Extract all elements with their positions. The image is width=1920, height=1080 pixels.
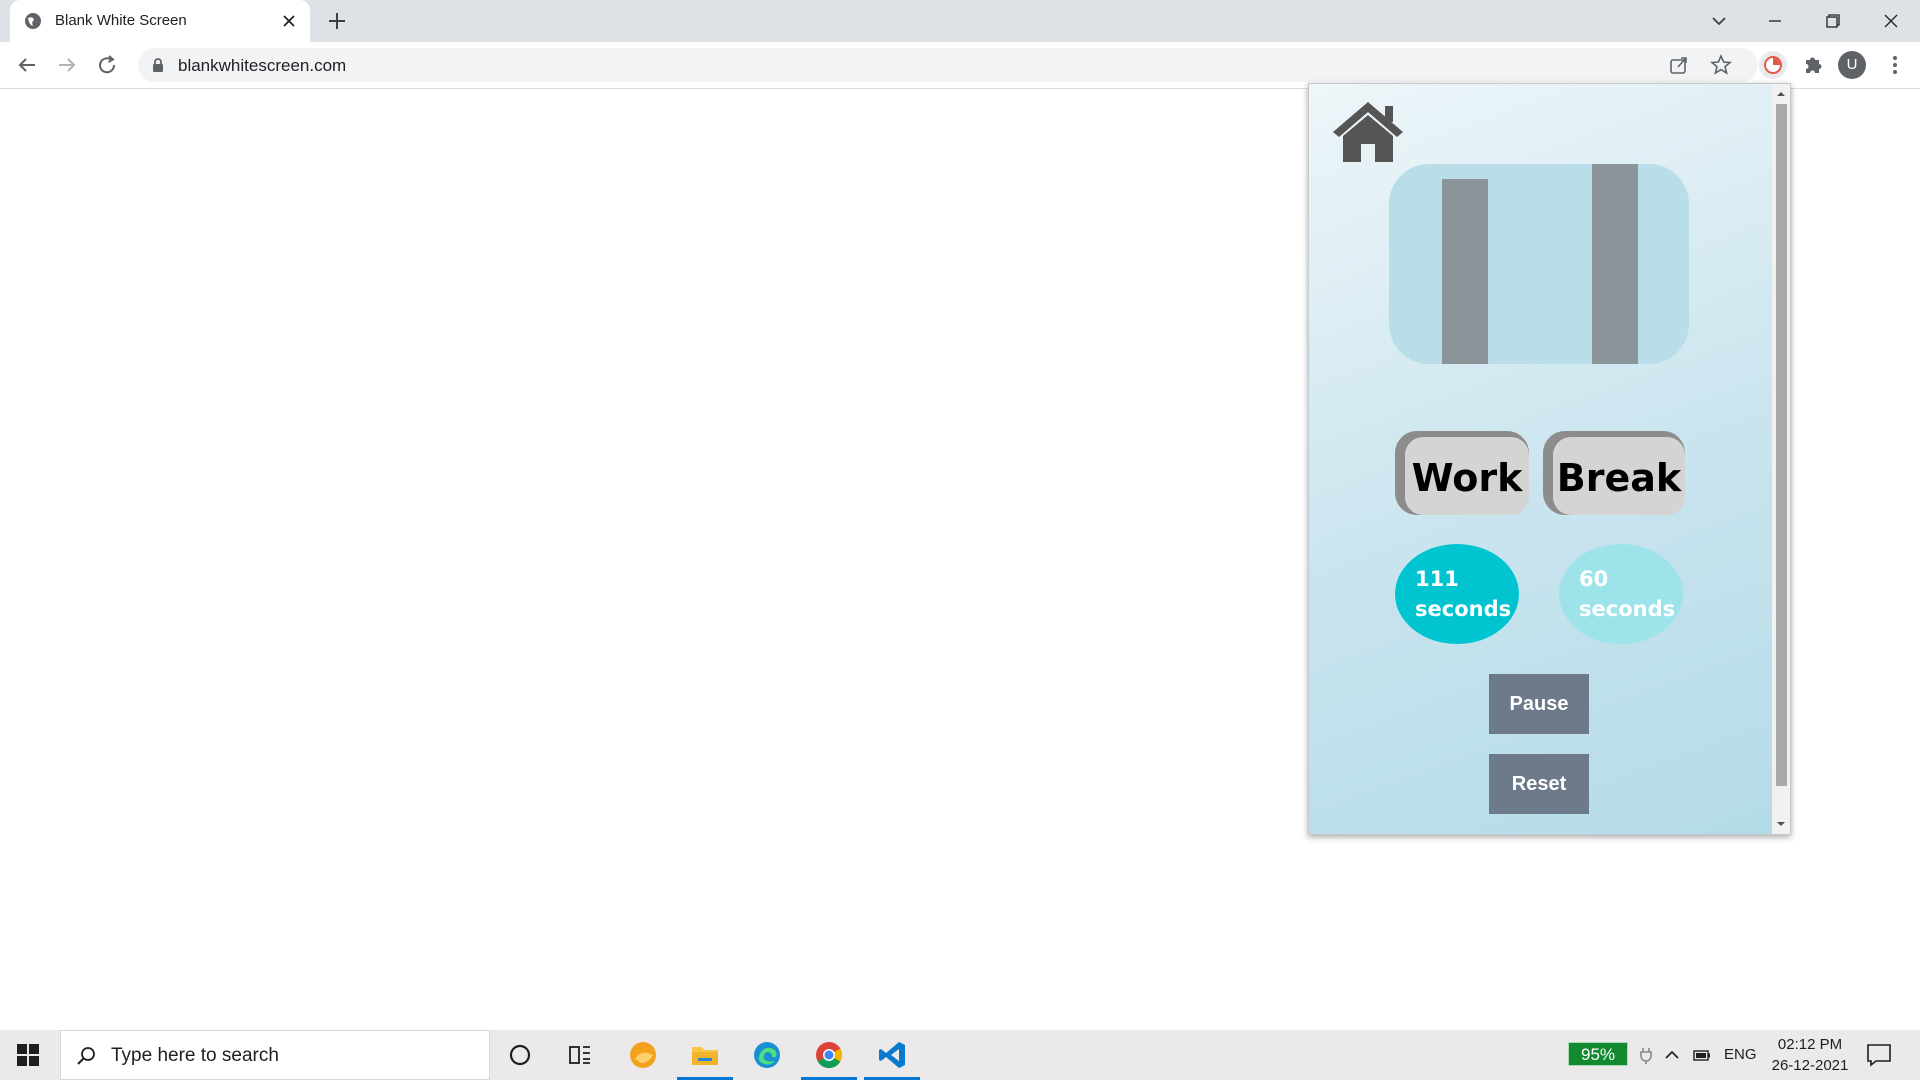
task-view-icon[interactable] xyxy=(564,1039,596,1071)
globe-icon xyxy=(25,13,41,29)
vscode-icon[interactable] xyxy=(876,1039,908,1071)
profile-avatar[interactable]: U xyxy=(1838,51,1866,79)
tab-strip: Blank White Screen xyxy=(0,0,1920,42)
url-text[interactable]: blankwhitescreen.com xyxy=(178,56,346,76)
break-duration-unit: seconds xyxy=(1579,597,1676,621)
close-tab-icon[interactable] xyxy=(280,12,298,30)
address-bar[interactable]: blankwhitescreen.com xyxy=(138,48,1758,82)
notification-icon[interactable] xyxy=(1866,1043,1892,1067)
battery-percentage[interactable]: 95% xyxy=(1568,1042,1628,1066)
break-duration-value: 60 xyxy=(1579,567,1609,591)
clock-date: 26-12-2021 xyxy=(1771,1057,1849,1074)
browser-tab[interactable]: Blank White Screen xyxy=(10,0,310,42)
popup-scrollbar[interactable] xyxy=(1772,84,1790,834)
timer-display xyxy=(1389,164,1689,364)
forward-icon[interactable] xyxy=(55,53,79,77)
break-mode-label: Break xyxy=(1553,437,1685,515)
pause-bar-right xyxy=(1592,164,1638,364)
windows-taskbar: Type here to search 95% ENG 02:12 PM 26-… xyxy=(0,1030,1920,1080)
browser-toolbar: blankwhitescreen.com U xyxy=(0,42,1920,89)
lock-icon[interactable] xyxy=(150,57,166,73)
search-icon xyxy=(77,1047,95,1065)
windows-start-icon[interactable] xyxy=(16,1043,40,1067)
reset-button[interactable]: Reset xyxy=(1489,754,1589,814)
more-menu-icon[interactable] xyxy=(1882,52,1908,78)
close-window-icon[interactable] xyxy=(1878,8,1904,34)
back-icon[interactable] xyxy=(15,53,39,77)
new-tab-icon[interactable] xyxy=(326,10,348,32)
chevron-up-icon[interactable] xyxy=(1662,1045,1682,1065)
tab-search-icon[interactable] xyxy=(1706,8,1732,34)
work-mode-label: Work xyxy=(1405,437,1529,515)
language-indicator[interactable]: ENG xyxy=(1724,1046,1757,1063)
reload-icon[interactable] xyxy=(95,53,119,77)
extensions-puzzle-icon[interactable] xyxy=(1799,51,1827,79)
pause-bar-left xyxy=(1442,179,1488,364)
edge-icon[interactable] xyxy=(751,1039,783,1071)
break-duration-badge[interactable]: 60 seconds xyxy=(1559,544,1683,644)
battery-icon[interactable] xyxy=(1692,1045,1712,1065)
clock-time: 02:12 PM xyxy=(1777,1036,1843,1053)
bookmark-star-icon[interactable] xyxy=(1710,54,1732,76)
pause-button[interactable]: Pause xyxy=(1489,674,1589,734)
timer-extension-icon xyxy=(1764,56,1782,74)
file-explorer-icon[interactable] xyxy=(689,1039,721,1071)
home-icon[interactable] xyxy=(1329,98,1407,164)
minimize-icon[interactable] xyxy=(1762,8,1788,34)
scroll-thumb[interactable] xyxy=(1776,104,1787,786)
break-mode-button[interactable]: Break xyxy=(1543,431,1685,515)
share-icon[interactable] xyxy=(1668,54,1690,76)
cortana-icon[interactable] xyxy=(504,1039,536,1071)
pomodoro-extension-button[interactable] xyxy=(1759,51,1787,79)
pomodoro-popup: Work Break 111 seconds 60 seconds Pause … xyxy=(1308,83,1791,835)
taskbar-search-box[interactable]: Type here to search xyxy=(60,1030,490,1080)
plug-icon[interactable] xyxy=(1636,1045,1656,1065)
work-duration-unit: seconds xyxy=(1415,597,1512,621)
tab-title: Blank White Screen xyxy=(55,12,187,29)
work-mode-button[interactable]: Work xyxy=(1395,431,1529,515)
work-duration-value: 111 xyxy=(1415,567,1459,591)
work-duration-badge[interactable]: 111 seconds xyxy=(1395,544,1519,644)
scroll-up-arrow-icon[interactable] xyxy=(1776,89,1786,99)
system-clock[interactable]: 02:12 PM 26-12-2021 xyxy=(1768,1034,1852,1076)
chrome-icon[interactable] xyxy=(813,1039,845,1071)
scroll-down-arrow-icon[interactable] xyxy=(1776,819,1786,829)
search-placeholder: Type here to search xyxy=(111,1045,279,1066)
restore-icon[interactable] xyxy=(1820,8,1846,34)
edge-canary-icon[interactable] xyxy=(627,1039,659,1071)
